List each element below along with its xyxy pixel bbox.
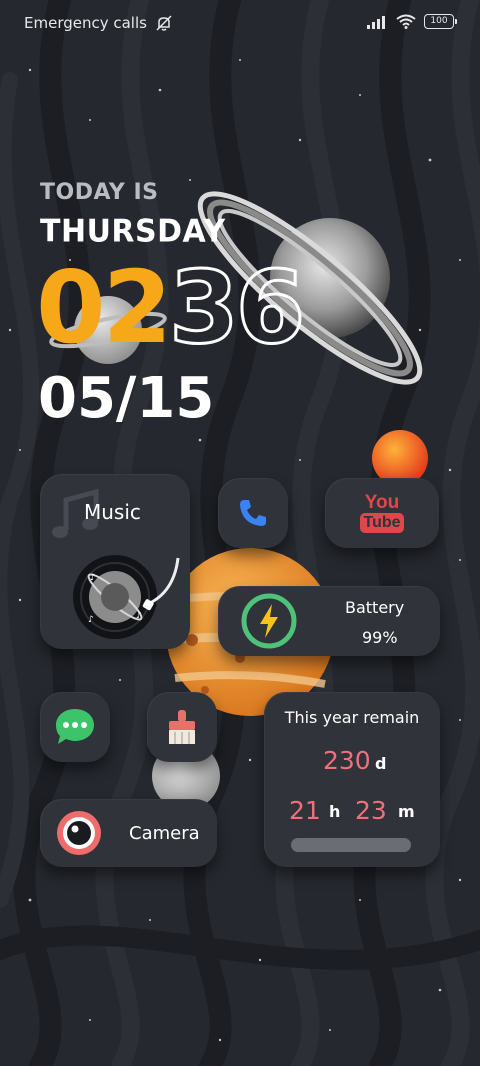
broom-icon — [169, 710, 195, 744]
days-remaining-value: 230 — [323, 746, 371, 775]
clock-minutes: 36 — [168, 249, 307, 366]
weekday-label: THURSDAY — [40, 213, 226, 250]
svg-text:♪: ♪ — [88, 615, 94, 625]
battery-bolt-icon — [241, 593, 297, 649]
messages-app-button[interactable] — [40, 692, 110, 762]
today-is-label: TODAY IS — [40, 180, 159, 205]
camera-lens-icon — [57, 811, 101, 855]
youtube-you-text: You — [364, 492, 400, 513]
phone-app-button[interactable] — [218, 478, 288, 548]
cleaner-app-button[interactable] — [147, 692, 217, 762]
signal-icon — [367, 15, 385, 29]
year-remaining-title: This year remain — [284, 708, 420, 727]
vinyl-record-icon: ♪ ♪ ♪ — [73, 555, 180, 639]
music-widget[interactable]: Music ♪ ♪ ♪ — [40, 474, 190, 649]
date-label: 05/15 — [38, 366, 215, 431]
youtube-icon: You Tube — [325, 478, 439, 548]
youtube-app-button[interactable]: You Tube — [325, 478, 439, 548]
hours-unit: h — [329, 802, 341, 821]
battery-label: Battery — [345, 598, 405, 617]
days-unit: d — [375, 754, 387, 773]
music-label: Music — [84, 500, 141, 524]
mute-icon — [156, 15, 172, 31]
year-progress-bar — [291, 838, 411, 852]
message-icon — [56, 709, 94, 744]
emergency-calls-text: Emergency calls — [24, 14, 147, 32]
phone-icon — [240, 500, 266, 526]
hours-remaining-value: 21 — [289, 796, 321, 825]
camera-widget[interactable]: Camera — [40, 799, 217, 867]
battery-widget[interactable]: Battery 99% — [218, 586, 440, 656]
svg-text:♪: ♪ — [136, 611, 142, 621]
battery-level-text: 100 — [430, 16, 448, 26]
svg-text:♪: ♪ — [90, 573, 96, 583]
camera-label: Camera — [129, 823, 200, 844]
battery-value: 99% — [362, 628, 398, 647]
status-bar: Emergency calls 100 — [0, 0, 480, 48]
youtube-tube-text: Tube — [360, 513, 404, 533]
battery-icon: 100 — [424, 14, 457, 29]
minutes-remaining-value: 23 — [355, 796, 387, 825]
wifi-icon — [396, 14, 416, 29]
status-left: Emergency calls — [24, 14, 173, 32]
clock-hours: 02 — [36, 249, 172, 366]
clock-time[interactable]: 0236 — [36, 256, 307, 359]
year-progress-fill — [291, 838, 411, 852]
minutes-unit: m — [398, 802, 415, 821]
status-right: 100 — [366, 14, 457, 29]
year-remaining-widget[interactable]: This year remain 230 d 21 h 23 m — [264, 692, 440, 867]
